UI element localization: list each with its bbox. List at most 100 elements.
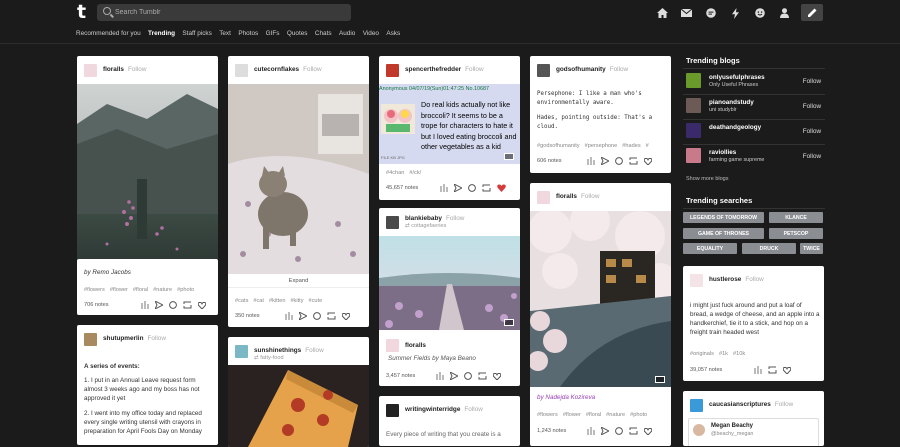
reply-icon[interactable] (313, 312, 321, 320)
avatar[interactable] (537, 191, 550, 204)
tab-chats[interactable]: Chats (315, 30, 332, 37)
post-username[interactable]: floralls (556, 193, 577, 200)
trending-blog-item[interactable]: raviollies farming game supreme Follow (683, 145, 825, 169)
post-username[interactable]: shutupmerlin (103, 335, 143, 342)
search-input[interactable] (115, 4, 345, 21)
share-icon[interactable] (601, 427, 609, 435)
tab-photos[interactable]: Photos (238, 30, 258, 37)
avatar[interactable] (386, 404, 399, 417)
trending-search-chip[interactable]: PETSCOP (769, 228, 823, 239)
note-count[interactable]: 3,457 notes (386, 373, 415, 379)
trending-search-chip[interactable]: EQUALITY (683, 243, 737, 254)
follow-button[interactable]: Follow (803, 128, 821, 135)
like-hands-icon[interactable] (284, 312, 293, 320)
post-username[interactable]: cutecornflakes (254, 66, 299, 73)
reply-icon[interactable] (464, 372, 472, 380)
reblog-icon[interactable] (183, 301, 192, 309)
trending-blog-item[interactable]: deathandgeology Follow (683, 120, 825, 144)
post-photo[interactable] (228, 365, 369, 447)
reblog-icon[interactable] (327, 312, 336, 320)
follow-button[interactable]: Follow (803, 103, 821, 110)
heart-icon[interactable] (493, 372, 501, 380)
tag[interactable]: #hades (622, 143, 640, 149)
avatar[interactable] (386, 216, 399, 229)
person-icon[interactable] (773, 5, 798, 21)
avatar[interactable] (686, 148, 701, 163)
follow-link[interactable]: Follow (465, 66, 483, 73)
lightning-icon[interactable] (724, 5, 749, 21)
tag[interactable]: #nature (153, 287, 172, 293)
tag[interactable]: #photo (630, 412, 647, 418)
search-box[interactable] (97, 4, 351, 21)
tag[interactable]: #kitten (269, 298, 285, 304)
blog-name[interactable]: pianoandstudy (709, 99, 754, 106)
trending-search-chip[interactable]: DRUCK (742, 243, 796, 254)
show-more-blogs-link[interactable]: Show more blogs (686, 176, 729, 182)
post-username[interactable]: writingwinterridge (405, 406, 460, 413)
share-icon[interactable] (601, 157, 609, 165)
note-count[interactable]: 706 notes (84, 302, 109, 308)
like-hands-icon[interactable] (439, 184, 448, 192)
trending-blog-item[interactable]: pianoandstudy uni studyblr Follow (683, 95, 825, 119)
like-hands-icon[interactable] (586, 157, 595, 165)
follow-link[interactable]: Follow (305, 347, 323, 354)
trending-search-chip[interactable]: TWICE (800, 243, 823, 254)
post-username[interactable]: spencerthefredder (405, 66, 461, 73)
reblog-icon[interactable] (478, 372, 487, 380)
post-username[interactable]: sunshinethings (254, 347, 301, 354)
follow-button[interactable]: Follow (803, 78, 821, 85)
tag[interactable]: #nature (606, 412, 625, 418)
tumblr-logo[interactable]: t (77, 3, 86, 22)
post-username[interactable]: floralls (103, 66, 124, 73)
reblog-icon[interactable] (768, 366, 777, 374)
chat-icon[interactable] (699, 5, 724, 21)
reply-icon[interactable] (615, 157, 623, 165)
post-username[interactable]: caucasianscriptures (709, 401, 771, 408)
tab-staff-picks[interactable]: Staff picks (182, 30, 211, 37)
post-photo[interactable] (379, 236, 520, 330)
note-count[interactable]: 606 notes (537, 158, 562, 164)
tab-recommended[interactable]: Recommended for you (76, 30, 141, 37)
avatar[interactable] (690, 399, 703, 412)
tag[interactable]: #flower (563, 412, 581, 418)
post-username[interactable]: blankiebaby (405, 215, 442, 222)
reblog-source[interactable]: ⇄ fatty-food (254, 355, 284, 361)
post-photo[interactable] (228, 84, 369, 274)
heart-liked-icon[interactable] (497, 184, 506, 192)
reblog-icon[interactable] (629, 427, 638, 435)
follow-link[interactable]: Follow (775, 401, 793, 408)
tag[interactable]: #godsofhumanity (537, 143, 580, 149)
tag[interactable]: #10k (733, 351, 745, 357)
post-photo[interactable] (530, 211, 671, 387)
tab-video[interactable]: Video (363, 30, 379, 37)
avatar[interactable] (84, 333, 97, 346)
reblog-source[interactable]: ⇄ cottagefaeries (405, 223, 446, 229)
avatar[interactable] (235, 345, 248, 358)
follow-link[interactable]: Follow (745, 276, 763, 283)
tab-trending[interactable]: Trending (148, 30, 175, 37)
follow-link[interactable]: Follow (464, 406, 482, 413)
reply-icon[interactable] (468, 184, 476, 192)
like-hands-icon[interactable] (586, 427, 595, 435)
reblog-icon[interactable] (482, 184, 491, 192)
heart-icon[interactable] (783, 366, 791, 374)
post-username[interactable]: godsofhumanity (556, 66, 606, 73)
post-username[interactable]: floralls (405, 342, 426, 349)
follow-link[interactable]: Follow (610, 66, 628, 73)
blog-name[interactable]: raviollies (709, 149, 736, 156)
tag[interactable]: #photo (177, 287, 194, 293)
trending-search-chip[interactable]: GAME OF THRONES (683, 228, 764, 239)
like-hands-icon[interactable] (753, 366, 762, 374)
avatar[interactable] (686, 123, 701, 138)
follow-link[interactable]: Follow (303, 66, 321, 73)
avatar[interactable] (686, 73, 701, 88)
tab-text[interactable]: Text (219, 30, 231, 37)
tag[interactable]: #flower (110, 287, 128, 293)
like-hands-icon[interactable] (435, 372, 444, 380)
tag[interactable]: #flowers (537, 412, 558, 418)
tab-quotes[interactable]: Quotes (287, 30, 308, 37)
tag[interactable]: #4chan (386, 170, 404, 176)
share-icon[interactable] (450, 372, 458, 380)
share-icon[interactable] (454, 184, 462, 192)
tag[interactable]: #cats (235, 298, 248, 304)
